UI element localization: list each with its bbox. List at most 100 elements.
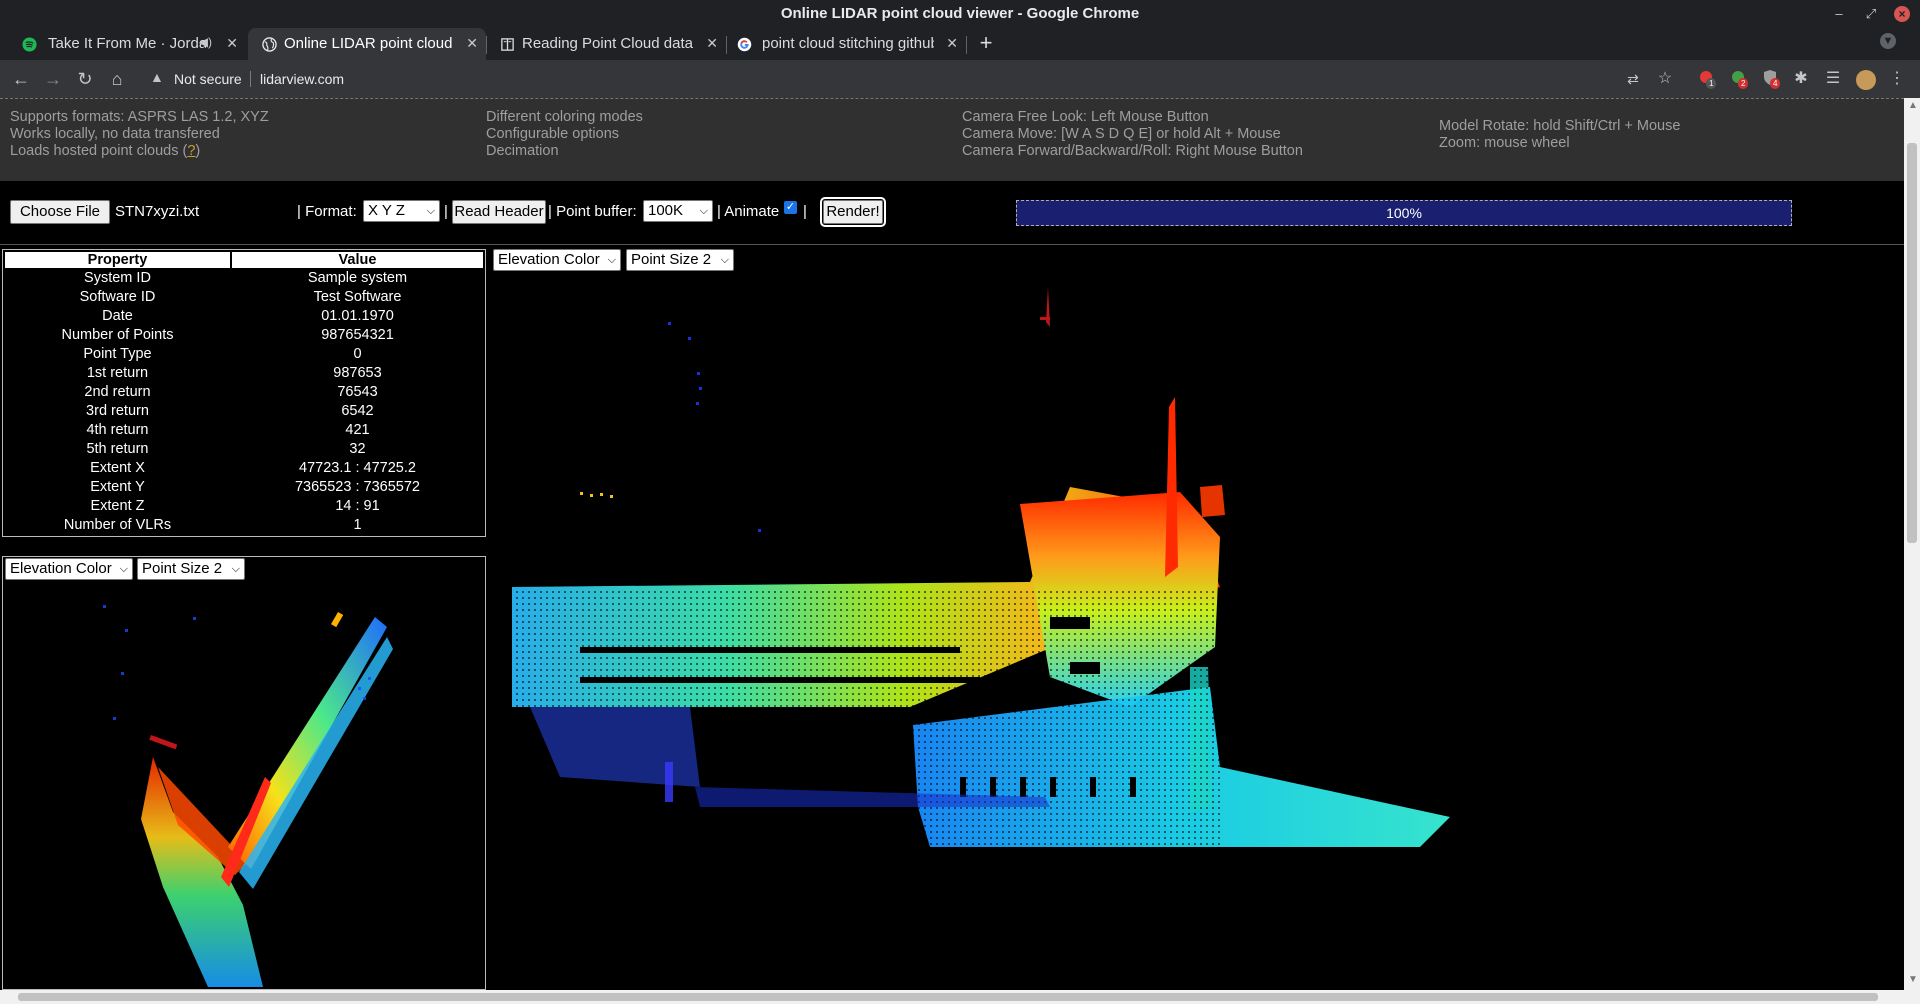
home-icon[interactable]: ⌂: [106, 68, 128, 90]
close-window-button[interactable]: ×: [1894, 6, 1910, 22]
vertical-scrollbar[interactable]: ▲ ▼: [1904, 98, 1920, 990]
property-value: 32: [349, 441, 366, 457]
puzzle-extensions-icon[interactable]: ✱: [1790, 68, 1812, 90]
chevron-down-icon: ⌵: [426, 205, 435, 217]
shield-extension-icon[interactable]: 4: [1760, 68, 1782, 90]
back-icon[interactable]: ←: [10, 68, 32, 90]
info-line: Supports formats: ASPRS LAS 1.2, XYZ: [10, 109, 269, 125]
coloring-info: Different coloring modes Configurable op…: [486, 109, 643, 160]
property-name: 5th return: [86, 441, 149, 457]
url-text: lidarview.com: [260, 71, 345, 87]
property-name: 3rd return: [86, 403, 149, 419]
main-3d-view[interactable]: Elevation Color ⌵ Point Size 2 ⌵: [490, 247, 1904, 990]
tab-reading-point-cloud[interactable]: Reading Point Cloud data ✕: [488, 28, 726, 60]
buffer-label: | Point buffer:: [548, 203, 637, 220]
property-name: Point Type: [83, 346, 152, 362]
minimize-button[interactable]: –: [1828, 3, 1850, 25]
table-row: Software ID Test Software: [5, 289, 483, 306]
table-row: Date 01.01.1970: [5, 308, 483, 325]
table-row: Point Type 0: [5, 346, 483, 363]
spotify-icon: [22, 37, 37, 52]
tab-spotify[interactable]: Take It From Me · Jordan ◀) ✕: [8, 28, 246, 60]
close-tab-icon[interactable]: ✕: [946, 35, 958, 52]
browser-toolbar: ← → ↻ ⌂ ▲ Not secure lidarview.com ⇄ ☆ 1…: [0, 60, 1920, 98]
tab-lidar-viewer[interactable]: Online LIDAR point cloud viewer ✕: [248, 28, 486, 60]
table-row: Extent Z 14 : 91: [5, 498, 483, 515]
read-header-button[interactable]: Read Header: [452, 200, 546, 224]
tab-point-cloud-stitching[interactable]: point cloud stitching github ✕: [728, 28, 966, 60]
property-value: 987654321: [321, 327, 394, 343]
main-point-size-select[interactable]: Point Size 2 ⌵: [626, 249, 734, 271]
table-row: Extent X 47723.1 : 47725.2: [5, 460, 483, 477]
property-name: 2nd return: [84, 384, 151, 400]
property-name: 1st return: [86, 365, 149, 381]
bookmark-star-icon[interactable]: ☆: [1654, 68, 1676, 90]
render-button[interactable]: Render!: [820, 197, 886, 227]
info-line: Works locally, no data transfered: [10, 126, 220, 142]
mini-color-mode-select[interactable]: Elevation Color ⌵: [5, 558, 133, 580]
property-name: Extent X: [90, 460, 145, 476]
mini-point-size-select[interactable]: Point Size 2 ⌵: [137, 558, 245, 580]
property-name: Number of Points: [61, 327, 174, 343]
security-label: Not secure: [174, 71, 242, 87]
property-name: System ID: [84, 270, 151, 286]
table-row: System ID Sample system: [5, 270, 483, 287]
title-bar: Online LIDAR point cloud viewer - Google…: [0, 0, 1920, 28]
scroll-thumb[interactable]: [18, 993, 1878, 1001]
format-label: | Format:: [297, 203, 357, 220]
tab-separator: [726, 36, 727, 54]
tab-separator: [966, 36, 967, 54]
new-tab-button[interactable]: +: [975, 32, 997, 54]
horizontal-scrollbar[interactable]: [0, 990, 1920, 1004]
animate-checkbox[interactable]: ✓: [784, 201, 797, 214]
chevron-down-icon: ⌵: [699, 205, 708, 217]
property-name: Extent Y: [90, 479, 145, 495]
point-buffer-select[interactable]: 100K ⌵: [643, 200, 713, 222]
speaker-icon[interactable]: ◀): [199, 35, 212, 49]
top-view-panel[interactable]: Elevation Color ⌵ Point Size 2 ⌵: [2, 556, 486, 990]
choose-file-button[interactable]: Choose File: [10, 200, 110, 224]
table-row: 3rd return 6542: [5, 403, 483, 420]
scroll-up-icon[interactable]: ▲: [1908, 100, 1918, 111]
translate-icon[interactable]: ⇄: [1622, 68, 1644, 90]
close-tab-icon[interactable]: ✕: [706, 35, 718, 52]
info-line: Camera Free Look: Left Mouse Button: [962, 109, 1209, 125]
point-size-value: Point Size 2: [631, 251, 712, 268]
info-line: Zoom: mouse wheel: [1439, 135, 1570, 151]
separator: |: [444, 203, 448, 220]
forward-icon[interactable]: →: [42, 68, 64, 90]
extension-2-icon[interactable]: 2: [1728, 68, 1750, 90]
info-line: Configurable options: [486, 126, 620, 142]
progress-text: 100%: [1386, 205, 1422, 221]
info-line: Camera Forward/Backward/Roll: Right Mous…: [962, 143, 1303, 159]
tab-label: Online LIDAR point cloud viewer: [284, 35, 456, 52]
animate-label: | Animate: [717, 203, 780, 220]
reading-list-icon[interactable]: ☰: [1822, 68, 1844, 90]
omnibox-divider: [250, 71, 251, 87]
reload-icon[interactable]: ↻: [74, 68, 96, 90]
table-row: Number of Points 987654321: [5, 327, 483, 344]
scroll-down-icon[interactable]: ▼: [1908, 974, 1918, 985]
close-tab-icon[interactable]: ✕: [466, 35, 478, 52]
property-value: 421: [345, 422, 370, 438]
chevron-down-icon: ⌵: [119, 563, 128, 575]
format-select[interactable]: X Y Z ⌵: [363, 200, 440, 222]
table-row: 4th return 421: [5, 422, 483, 439]
extension-1-icon[interactable]: 1: [1696, 68, 1718, 90]
main-color-mode-select[interactable]: Elevation Color ⌵: [493, 249, 621, 271]
column-header-value: Value: [231, 252, 483, 268]
scroll-thumb[interactable]: [1907, 143, 1917, 543]
menu-kebab-icon[interactable]: ⋮: [1886, 68, 1908, 90]
close-tab-icon[interactable]: ✕: [226, 35, 238, 52]
maximize-button[interactable]: ⤢: [1860, 3, 1882, 25]
property-name: Extent Z: [90, 498, 145, 514]
profile-avatar[interactable]: [1856, 70, 1876, 90]
property-value: Test Software: [313, 289, 402, 305]
info-line: Different coloring modes: [486, 109, 643, 125]
tab-search-icon[interactable]: ▼: [1880, 33, 1896, 49]
chevron-down-icon: ⌵: [720, 254, 729, 266]
omnibox[interactable]: ▲ Not secure lidarview.com: [142, 65, 1662, 93]
table-row: Extent Y 7365523 : 7365572: [5, 479, 483, 496]
property-value: 0: [353, 346, 362, 362]
tab-label: Take It From Me · Jordan: [48, 35, 206, 52]
